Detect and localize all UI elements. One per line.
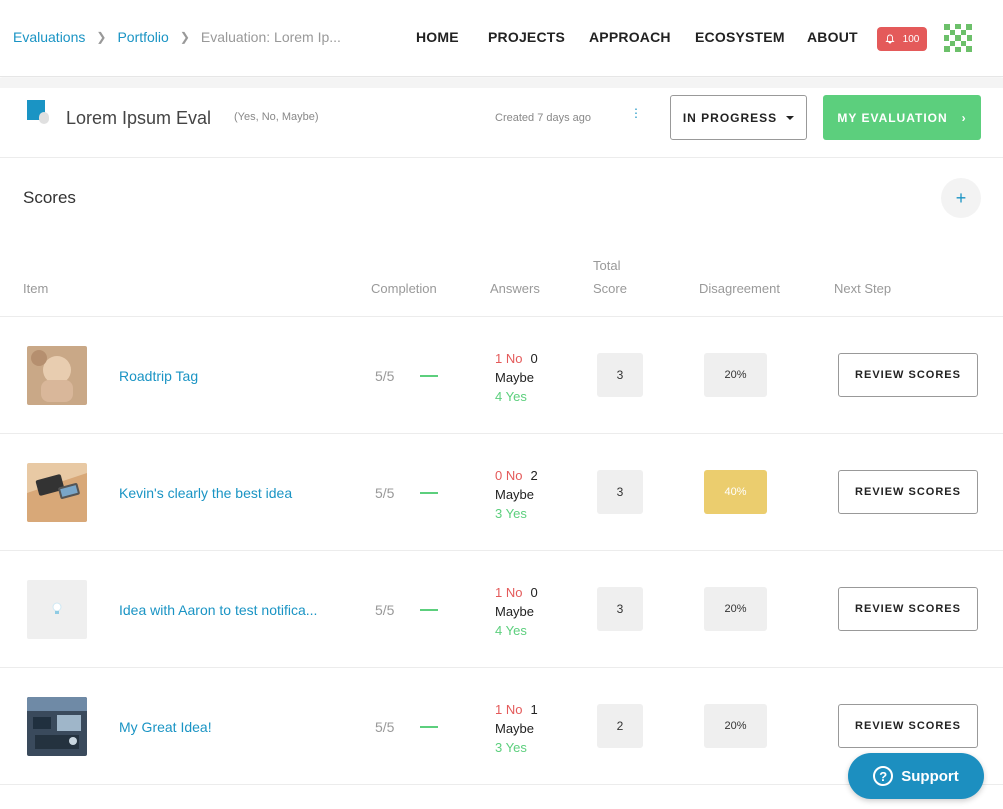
total-score: 3 [597,470,643,514]
created-date: Created 7 days ago [495,112,592,124]
answers-no: 1 No [495,585,523,600]
answers-no: 1 No [495,702,523,717]
more-options-icon[interactable]: ⋮ [630,107,642,124]
notification-count: 100 [902,33,920,45]
column-header-total-score-line2: Score [593,281,627,296]
disagreement-badge: 20% [704,353,767,397]
header-separator [0,78,1003,88]
avatar[interactable] [942,22,974,54]
column-header-total-score-line1: Total [593,258,621,273]
scores-title: Scores [23,188,76,207]
status-label: IN PROGRESS [682,110,778,125]
evaluation-icon [27,100,49,124]
answers-summary: 0 No 2 Maybe 3 Yes [495,466,538,523]
completion-value: 5/5 [375,368,395,384]
answers-no: 1 No [495,351,523,366]
total-score: 3 [597,587,643,631]
support-button[interactable]: ? Support [848,753,984,799]
disagreement-badge: 40% [704,470,767,514]
answers-yes: 3 Yes [495,506,527,521]
breadcrumb-current: Evaluation: Lorem Ip... [200,29,341,45]
table-row: Kevin's clearly the best idea 5/5 0 No 2 … [0,434,1003,551]
completion-indicator [420,375,438,377]
completion-value: 5/5 [375,485,395,501]
add-score-button[interactable]: + [941,178,981,218]
evaluation-scale: (Yes, No, Maybe) [234,111,319,123]
answers-summary: 1 No 0 Maybe 4 Yes [495,349,538,406]
completion-value: 5/5 [375,719,395,735]
column-header-next-step: Next Step [834,281,892,296]
my-evaluation-button[interactable]: MY EVALUATION › [823,95,981,140]
chevron-right-icon: ❯ [96,30,107,44]
table-row: Idea with Aaron to test notifica... 5/5 … [0,551,1003,668]
answers-maybe: Maybe [495,487,535,502]
breadcrumb: Evaluations ❯ Portfolio ❯ Evaluation: Lo… [13,29,341,45]
total-score: 2 [597,704,643,748]
total-score: 3 [597,353,643,397]
breadcrumb-portfolio[interactable]: Portfolio [117,29,168,45]
completion-indicator [420,492,438,494]
answers-maybe: Maybe [495,721,535,736]
my-evaluation-label: MY EVALUATION [837,110,948,125]
disagreement-badge: 20% [704,587,767,631]
column-header-item: Item [23,281,49,296]
nav-projects[interactable]: PROJECTS [488,29,565,45]
item-thumbnail[interactable] [27,580,87,639]
bell-icon [885,34,895,44]
item-name-link[interactable]: Idea with Aaron to test notifica... [119,602,317,618]
nav-ecosystem[interactable]: ECOSYSTEM [695,29,785,45]
status-dropdown[interactable]: IN PROGRESS [670,95,807,140]
nav-about[interactable]: ABOUT [807,29,858,45]
table-row: Roadtrip Tag 5/5 1 No 0 Maybe 4 Yes 3 20%… [0,317,1003,434]
completion-value: 5/5 [375,602,395,618]
answers-maybe-count: 1 [530,702,538,717]
item-thumbnail[interactable] [27,463,87,522]
review-scores-button[interactable]: REVIEW SCORES [838,704,978,748]
top-bar: Evaluations ❯ Portfolio ❯ Evaluation: Lo… [0,0,1003,77]
column-header-answers: Answers [490,281,540,296]
answers-summary: 1 No 0 Maybe 4 Yes [495,583,538,640]
answers-no: 0 No [495,468,523,483]
answers-summary: 1 No 1 Maybe 3 Yes [495,700,538,757]
nav-approach[interactable]: APPROACH [589,29,671,45]
chevron-right-icon: › [961,110,967,125]
caret-down-icon [786,115,795,120]
review-scores-button[interactable]: REVIEW SCORES [838,353,978,397]
item-name-link[interactable]: My Great Idea! [119,719,212,735]
help-icon: ? [873,766,894,786]
answers-yes: 4 Yes [495,389,527,404]
support-label: Support [901,767,959,785]
item-name-link[interactable]: Roadtrip Tag [119,368,198,384]
answers-maybe: Maybe [495,604,535,619]
review-scores-button[interactable]: REVIEW SCORES [838,587,978,631]
answers-maybe-count: 2 [530,468,538,483]
nav-home[interactable]: HOME [416,29,459,45]
answers-maybe: Maybe [495,370,535,385]
plus-icon: + [955,187,967,208]
notifications-button[interactable]: 100 [877,27,927,51]
evaluation-header: Lorem Ipsum Eval (Yes, No, Maybe) Create… [0,88,1003,158]
answers-yes: 3 Yes [495,740,527,755]
review-scores-button[interactable]: REVIEW SCORES [838,470,978,514]
chevron-right-icon: ❯ [179,30,190,44]
disagreement-badge: 20% [704,704,767,748]
evaluation-title: Lorem Ipsum Eval [66,108,212,128]
completion-indicator [420,609,438,611]
breadcrumb-evaluations[interactable]: Evaluations [13,29,85,45]
column-header-completion: Completion [371,281,437,296]
answers-yes: 4 Yes [495,623,527,638]
item-thumbnail[interactable] [27,346,87,405]
answers-maybe-count: 0 [530,351,538,366]
completion-indicator [420,726,438,728]
column-header-disagreement: Disagreement [699,281,780,296]
answers-maybe-count: 0 [530,585,538,600]
item-name-link[interactable]: Kevin's clearly the best idea [119,485,292,501]
item-thumbnail[interactable] [27,697,87,756]
